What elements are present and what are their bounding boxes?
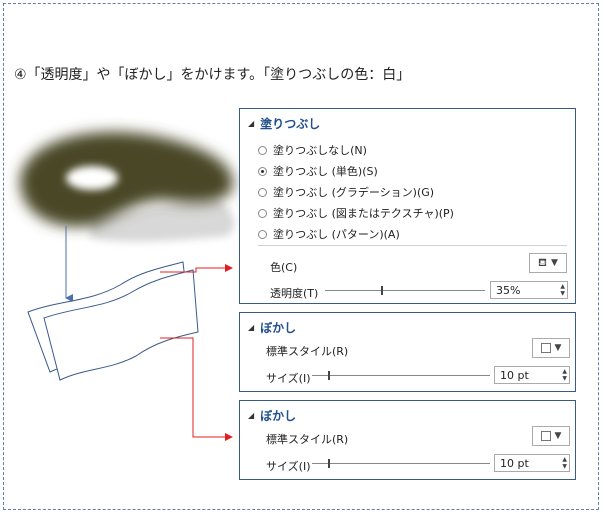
chevron-down-icon: ▼: [551, 258, 558, 268]
blurred-shape: [20, 132, 235, 242]
radio-label: 塗りつぶし (単色)(S): [273, 165, 378, 178]
fill-color-dropdown[interactable]: ⛾ ▼: [529, 253, 567, 273]
chevron-down-icon: ▼: [554, 343, 562, 353]
preset-style-label: 標準スタイル(R): [266, 433, 349, 446]
transparency-label: 透明度(T): [270, 287, 319, 300]
radio-solid-fill[interactable]: 塗りつぶし (単色)(S): [258, 163, 378, 179]
slider-thumb[interactable]: [328, 459, 330, 468]
spin-arrows-icon[interactable]: ▲ ▼: [562, 368, 567, 382]
chevron-down-icon: ▼: [554, 431, 562, 441]
radio-pattern-fill[interactable]: 塗りつぶし (パターン)(A): [258, 226, 400, 242]
blur-panel-1: ◢ ぼかし 標準スタイル(R) ▼ サイズ(I) 10 pt ▲ ▼: [239, 312, 576, 392]
size-slider[interactable]: [312, 371, 490, 380]
transparency-slider[interactable]: [325, 286, 485, 295]
size-slider[interactable]: [312, 459, 490, 468]
fill-section-header[interactable]: ◢ 塗りつぶし: [248, 115, 320, 132]
radio-gradient-fill[interactable]: 塗りつぶし (グラデーション)(G): [258, 184, 434, 200]
fill-header-label: 塗りつぶし: [260, 117, 321, 131]
collapse-triangle-icon: ◢: [248, 411, 255, 420]
size-value: 10 pt: [500, 456, 529, 470]
collapse-triangle-icon: ◢: [248, 323, 255, 332]
radio-label: 塗りつぶしなし(N): [273, 144, 367, 157]
blur-header-label: ぼかし: [260, 321, 297, 335]
divider: [258, 245, 567, 246]
red-arrow-to-blur: [160, 337, 233, 441]
size-label: サイズ(I): [266, 372, 311, 385]
blur-panel-2: ◢ ぼかし 標準スタイル(R) ▼ サイズ(I) 10 pt ▲ ▼: [239, 400, 576, 480]
radio-icon: [258, 145, 267, 155]
blur-section-header[interactable]: ◢ ぼかし: [248, 319, 296, 336]
transparency-spinner[interactable]: 35% ▲ ▼: [490, 281, 568, 299]
preset-style-label: 標準スタイル(R): [266, 345, 349, 358]
blank-preset-icon: [540, 431, 551, 441]
radio-label: 塗りつぶし (グラデーション)(G): [273, 186, 435, 199]
radio-no-fill[interactable]: 塗りつぶしなし(N): [258, 142, 367, 158]
size-value: 10 pt: [500, 368, 529, 382]
radio-label: 塗りつぶし (図またはテクスチャ)(P): [273, 207, 454, 220]
size-spinner[interactable]: 10 pt ▲ ▼: [494, 366, 570, 384]
collapse-triangle-icon: ◢: [248, 119, 255, 128]
spin-arrows-icon[interactable]: ▲ ▼: [560, 283, 565, 297]
radio-icon: [258, 208, 267, 218]
slider-thumb[interactable]: [381, 286, 383, 295]
paint-bucket-icon: ⛾: [538, 255, 548, 269]
radio-selected-icon: [258, 166, 267, 176]
preset-style-dropdown[interactable]: ▼: [532, 338, 570, 358]
size-spinner[interactable]: 10 pt ▲ ▼: [494, 454, 570, 472]
blank-preset-icon: [540, 343, 551, 353]
blur-header-label: ぼかし: [260, 409, 297, 423]
fill-panel: ◢ 塗りつぶし 塗りつぶしなし(N) 塗りつぶし (単色)(S) 塗りつぶし (…: [239, 108, 576, 304]
radio-icon: [258, 187, 267, 197]
radio-icon: [258, 229, 267, 239]
radio-label: 塗りつぶし (パターン)(A): [273, 228, 400, 241]
blur-section-header[interactable]: ◢ ぼかし: [248, 407, 296, 424]
radio-picture-fill[interactable]: 塗りつぶし (図またはテクスチャ)(P): [258, 205, 454, 221]
ribbon-shapes: [27, 261, 199, 381]
transparency-value: 35%: [496, 283, 521, 297]
color-label: 色(C): [270, 261, 298, 274]
preset-style-dropdown[interactable]: ▼: [532, 426, 570, 446]
size-label: サイズ(I): [266, 460, 311, 473]
slider-thumb[interactable]: [328, 371, 330, 380]
spin-arrows-icon[interactable]: ▲ ▼: [562, 456, 567, 470]
